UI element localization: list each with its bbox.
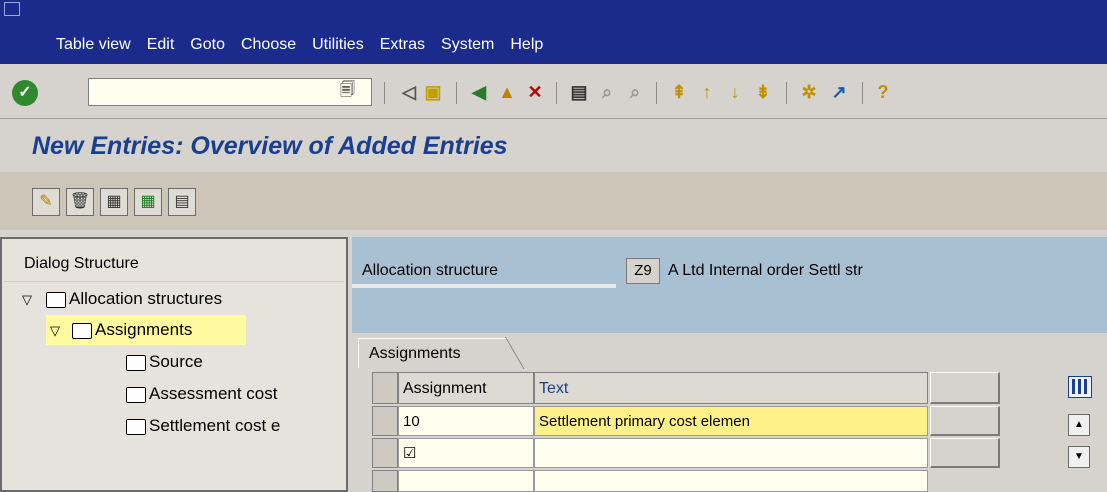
column-header-assignment[interactable]: Assignment <box>398 372 534 404</box>
command-field[interactable] <box>88 78 372 106</box>
assignment-cell[interactable]: 10 <box>398 406 534 436</box>
expand-triangle-icon[interactable]: ▽ <box>22 292 32 307</box>
tree-node-label: Assignments <box>95 320 193 339</box>
tree-node-assessment-cost[interactable]: Assessment cost <box>126 379 278 409</box>
label-underline <box>352 284 616 288</box>
create-shortcut-icon[interactable]: ↗ <box>826 78 852 106</box>
tree-node-assignments[interactable]: ▽ Assignments <box>46 315 246 345</box>
toolbar-separator <box>862 82 863 104</box>
scroll-down-icon[interactable]: ▼ <box>1068 446 1090 468</box>
folder-icon <box>126 418 146 435</box>
menu-goto[interactable]: Goto <box>190 36 225 54</box>
system-menu-icon[interactable] <box>4 2 20 16</box>
standard-toolbar: ✓ 🗐 ◁ ▣ ◀ ▲ ✕ ▤ ⌕ ⌕ ⇞ ↑ ↓ ⇟ ✲ ↗ ? <box>0 64 1107 119</box>
deselect-all-icon[interactable]: ▤ <box>168 188 196 216</box>
select-all-cell[interactable] <box>372 372 398 404</box>
next-page-icon[interactable]: ↓ <box>722 78 748 106</box>
text-input[interactable]: Settlement primary cost elemen <box>534 406 928 436</box>
menu-utilities[interactable]: Utilities <box>312 36 364 54</box>
help-icon[interactable]: ? <box>870 78 896 106</box>
folder-icon <box>126 386 146 403</box>
dialog-structure-title: Dialog Structure <box>24 255 139 272</box>
column-header-button[interactable] <box>930 372 1000 404</box>
tree-node-allocation-structures[interactable]: ▽ Allocation structures <box>22 284 342 314</box>
tree-node-label: Assessment cost <box>149 384 278 403</box>
page-title: New Entries: Overview of Added Entries <box>32 132 508 160</box>
save-icon[interactable]: ▣ <box>420 78 446 106</box>
toolbar-separator <box>786 82 787 104</box>
collapse-arrow-icon[interactable]: ◁ <box>396 78 422 106</box>
application-toolbar: ✎ 🗑 ▦ ▦ ▤ <box>0 172 1107 230</box>
assignment-cell[interactable] <box>398 470 534 492</box>
row-selector[interactable] <box>372 406 398 436</box>
find-icon[interactable]: ⌕ <box>594 78 620 106</box>
tree-node-label: Source <box>149 352 203 371</box>
menu-system[interactable]: System <box>441 36 494 54</box>
folder-icon <box>126 354 146 371</box>
enter-checkmark-icon[interactable]: ✓ <box>12 80 38 106</box>
toolbar-separator <box>656 82 657 104</box>
menu-edit[interactable]: Edit <box>147 36 175 54</box>
open-folder-icon <box>72 322 92 339</box>
dialog-structure-header: Dialog Structure <box>4 239 344 282</box>
dialog-structure-panel: Dialog Structure ▽ Allocation structures … <box>0 237 348 492</box>
menu-help[interactable]: Help <box>510 36 543 54</box>
assignment-cell[interactable]: ☑ <box>398 438 534 468</box>
toolbar-separator <box>384 82 385 104</box>
select-block-icon[interactable]: ▦ <box>134 188 162 216</box>
menu-extras[interactable]: Extras <box>380 36 425 54</box>
delete-icon[interactable]: 🗑 <box>66 188 94 216</box>
row-selector[interactable] <box>372 438 398 468</box>
scroll-up-icon[interactable]: ▲ <box>1068 414 1090 436</box>
text-input[interactable] <box>534 470 928 492</box>
find-next-icon[interactable]: ⌕ <box>622 78 648 106</box>
tree-node-source[interactable]: Source <box>126 347 203 377</box>
back-icon[interactable]: ◀ <box>466 78 492 106</box>
allocation-structure-description: A Ltd Internal order Settl str <box>668 262 863 279</box>
menu-bar: Table view Edit Goto Choose Utilities Ex… <box>0 0 1107 64</box>
column-header-text[interactable]: Text <box>534 372 928 404</box>
tab-assignments[interactable]: Assignments <box>358 338 508 368</box>
table-settings-icon[interactable] <box>1068 376 1092 398</box>
tree-node-settlement-cost[interactable]: Settlement cost e <box>126 411 280 441</box>
toolbar-separator <box>456 82 457 104</box>
create-session-icon[interactable]: ✲ <box>796 78 822 106</box>
text-input[interactable] <box>534 438 928 468</box>
expand-triangle-icon[interactable]: ▽ <box>50 323 60 338</box>
first-page-icon[interactable]: ⇞ <box>666 78 692 106</box>
row-detail-button[interactable] <box>930 438 1000 468</box>
previous-page-icon[interactable]: ↑ <box>694 78 720 106</box>
last-page-icon[interactable]: ⇟ <box>750 78 776 106</box>
menu-table-view[interactable]: Table view <box>56 36 131 54</box>
select-all-icon[interactable]: ▦ <box>100 188 128 216</box>
command-history-icon[interactable]: 🗐 <box>340 79 355 104</box>
tree-node-label: Allocation structures <box>69 289 223 308</box>
cancel-icon[interactable]: ✕ <box>522 78 548 106</box>
print-icon[interactable]: ▤ <box>566 78 592 106</box>
exit-icon[interactable]: ▲ <box>494 78 520 106</box>
allocation-structure-label: Allocation structure <box>362 262 499 279</box>
change-display-icon[interactable]: ✎ <box>32 188 60 216</box>
allocation-structure-code: Z9 <box>626 258 660 284</box>
menu-choose[interactable]: Choose <box>241 36 296 54</box>
row-detail-button[interactable] <box>930 406 1000 436</box>
toolbar-separator <box>556 82 557 104</box>
row-selector[interactable] <box>372 470 398 492</box>
folder-icon <box>46 291 66 308</box>
tree-node-label: Settlement cost e <box>149 416 281 435</box>
